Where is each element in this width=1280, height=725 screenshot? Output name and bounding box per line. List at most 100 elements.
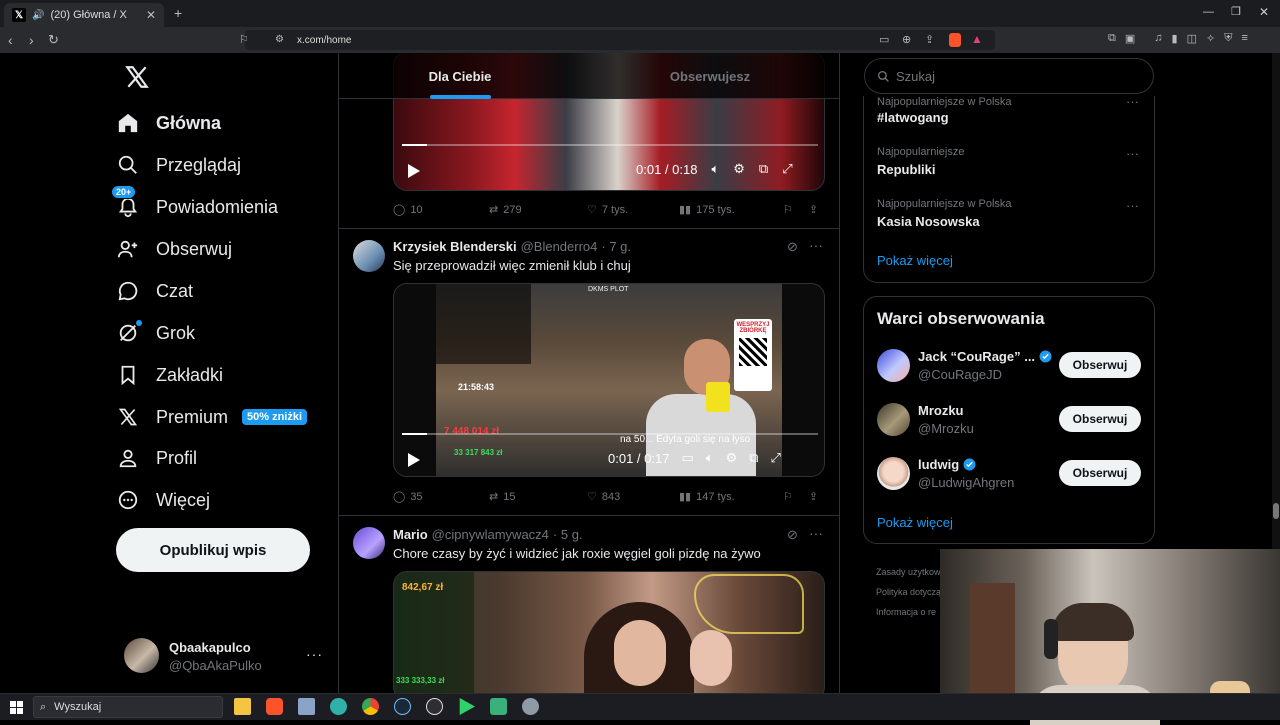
follow-suggestion[interactable]: ludwig @LudwigAhgren Obserwuj <box>864 449 1154 499</box>
leo-icon[interactable]: ✧ <box>1206 32 1215 45</box>
vpn-icon[interactable]: ⛨ <box>1224 32 1232 45</box>
volume-icon[interactable]: 🔈︎ <box>711 161 719 177</box>
files-icon[interactable] <box>298 698 315 715</box>
nav-home[interactable]: Główna <box>116 103 336 143</box>
minimize-icon[interactable]: — <box>1203 6 1214 18</box>
sidebar-icon[interactable]: ▮ <box>1172 32 1178 45</box>
video-player[interactable]: 842,67 zł 333 333,33 zł <box>393 571 825 693</box>
brave-icon[interactable] <box>266 698 283 715</box>
new-tab-icon[interactable]: + <box>174 5 182 21</box>
follow-suggestion[interactable]: Jack “CouRage” ... @CouRageJD Obserwuj <box>864 341 1154 391</box>
repost-button[interactable]: ⇄ 279 <box>489 203 587 217</box>
zoom-icon[interactable]: ⊕ <box>902 33 911 46</box>
like-button[interactable]: ♡ 7 tys. <box>587 203 679 217</box>
follow-button[interactable]: Obserwuj <box>1059 460 1141 486</box>
nav-explore[interactable]: Przeglądaj <box>116 145 336 185</box>
app-icon[interactable] <box>490 698 507 715</box>
menu-icon[interactable]: ≡ <box>1241 32 1247 45</box>
nav-notifications[interactable]: 20+ Powiadomienia <box>111 185 336 227</box>
obs-icon[interactable] <box>426 698 443 715</box>
nav-follow[interactable]: Obserwuj <box>116 229 336 269</box>
app-icon[interactable] <box>522 698 539 715</box>
account-switcher[interactable]: Qbaakapulco @QbaAkaPulko ··· <box>124 638 324 674</box>
back-icon[interactable]: ‹ <box>8 32 13 48</box>
forward-icon[interactable]: › <box>29 32 34 48</box>
browser-tab[interactable]: 𝕏 🔊 (20) Główna / X ✕ <box>4 3 164 27</box>
nav-bookmarks[interactable]: Zakładki <box>116 355 336 395</box>
tab-following[interactable]: Obserwujesz <box>589 53 831 99</box>
wallet-icon[interactable]: ◫ <box>1187 32 1197 45</box>
views-button[interactable]: ▮▮ 175 tys. <box>679 203 779 217</box>
play-app-icon[interactable] <box>459 698 475 715</box>
post-author[interactable]: Mario <box>393 527 428 542</box>
repost-button[interactable]: ⇄ 15 <box>489 490 587 504</box>
edge-icon[interactable] <box>330 698 347 715</box>
trend-more-icon[interactable]: ··· <box>1126 146 1139 161</box>
reply-button[interactable]: ◯ 10 <box>393 203 489 217</box>
video-progress-track[interactable] <box>402 433 818 435</box>
file-explorer-icon[interactable] <box>234 698 251 715</box>
post-avatar[interactable] <box>353 527 385 559</box>
trend-item[interactable]: Najpopularniejsze w Polska #latwogang ··… <box>864 94 1154 146</box>
settings-icon[interactable]: ⚙ <box>726 450 738 466</box>
extension-icon[interactable]: ▣ <box>1125 32 1135 45</box>
maximize-icon[interactable]: ❐ <box>1231 5 1241 18</box>
cast-icon[interactable]: ▭ <box>879 33 889 46</box>
taskbar-search[interactable]: ⌕ Wyszukaj <box>33 696 223 718</box>
post-time[interactable]: · 5 g. <box>553 527 583 542</box>
nav-grok[interactable]: Grok <box>116 313 336 353</box>
nav-premium[interactable]: Premium 50% zniżki <box>116 397 336 437</box>
views-button[interactable]: ▮▮ 147 tys. <box>679 490 779 504</box>
trend-more-icon[interactable]: ··· <box>1126 198 1139 213</box>
pip-icon[interactable]: ⧉ <box>749 450 758 466</box>
show-more-link[interactable]: Pokaż więcej <box>877 515 953 530</box>
play-icon[interactable] <box>408 453 420 467</box>
share-icon[interactable]: ⇪ <box>809 203 818 216</box>
share-icon[interactable]: ⇪ <box>925 33 934 46</box>
more-dots-icon[interactable]: ··· <box>306 646 323 662</box>
grok-icon[interactable]: ⊘ <box>787 527 798 543</box>
trend-item[interactable]: Najpopularniejsze w Polska Kasia Nosowsk… <box>864 198 1154 248</box>
search-box[interactable]: Szukaj <box>864 58 1154 94</box>
steam-icon[interactable] <box>394 698 411 715</box>
reload-icon[interactable]: ↻ <box>48 32 59 48</box>
reply-button[interactable]: ◯ 35 <box>393 490 489 504</box>
chrome-icon[interactable] <box>362 698 379 715</box>
pip-icon[interactable]: ⧉ <box>759 161 768 177</box>
video-progress-track[interactable] <box>402 144 818 146</box>
post-avatar[interactable] <box>353 240 385 272</box>
post-author[interactable]: Krzysiek Blenderski <box>393 239 517 254</box>
nav-chat[interactable]: Czat <box>116 271 336 311</box>
bookmark-icon[interactable]: ⚐ <box>239 33 249 46</box>
bookmark-icon[interactable]: ⚐ <box>783 203 793 216</box>
address-bar[interactable]: ⚐ ⚙ x.com/home ▲ ⊕ ▭ ⇪ <box>239 30 995 50</box>
fullscreen-icon[interactable]: ⤢ <box>782 161 792 177</box>
music-icon[interactable]: ♫ <box>1154 32 1162 45</box>
scrollbar-thumb[interactable] <box>1273 503 1279 519</box>
tab-close-icon[interactable]: ✕ <box>146 8 156 22</box>
post-button[interactable]: Opublikuj wpis <box>116 528 310 572</box>
fullscreen-icon[interactable]: ⤢ <box>771 450 781 466</box>
brave-shield-icon[interactable] <box>949 33 961 47</box>
post-more-icon[interactable]: ··· <box>809 525 823 541</box>
extension-icon[interactable]: ⧉ <box>1108 32 1116 45</box>
nav-profile[interactable]: Profil <box>116 438 336 478</box>
bookmark-icon[interactable]: ⚐ <box>783 490 793 503</box>
grok-icon[interactable]: ⊘ <box>787 239 798 255</box>
nav-more[interactable]: Więcej <box>116 480 336 520</box>
video-player[interactable]: 21:58:43 DKMS PLOT WESPRZYJ ZBIÓRKĘ 7 44… <box>393 283 825 477</box>
volume-icon[interactable]: 🔈︎ <box>706 450 714 466</box>
follow-suggestion[interactable]: Mrozku @Mrozku Obserwuj <box>864 395 1154 445</box>
post-time[interactable]: · 7 g. <box>601 239 631 254</box>
like-button[interactable]: ♡ 843 <box>587 490 679 504</box>
tab-for-you[interactable]: Dla Ciebie <box>339 53 581 99</box>
follow-button[interactable]: Obserwuj <box>1059 352 1141 378</box>
x-logo-icon[interactable] <box>124 64 152 92</box>
brave-rewards-icon[interactable]: ▲ <box>971 32 983 46</box>
trend-more-icon[interactable]: ··· <box>1126 94 1139 109</box>
share-icon[interactable]: ⇪ <box>809 490 818 503</box>
settings-icon[interactable]: ⚙ <box>733 161 745 177</box>
show-more-link[interactable]: Pokaż więcej <box>877 253 953 268</box>
play-icon[interactable] <box>408 164 420 178</box>
trend-item[interactable]: Najpopularniejsze Republiki ··· <box>864 146 1154 196</box>
